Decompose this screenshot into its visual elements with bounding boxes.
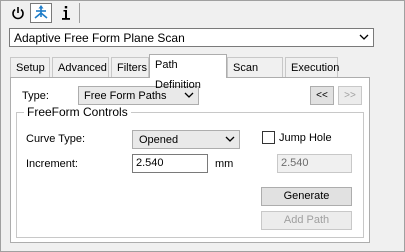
info-icon: [62, 6, 70, 20]
jump-hole-checkbox[interactable]: [262, 131, 275, 144]
jump-hole-distance-input[interactable]: 2.540: [277, 154, 352, 173]
curve-type-value: Opened: [139, 134, 179, 146]
tab-scan-path[interactable]: Scan Path: [227, 57, 283, 94]
move-axes-button[interactable]: [30, 3, 52, 23]
power-icon: [12, 7, 24, 20]
increment-label: Increment:: [26, 158, 78, 170]
generate-button[interactable]: Generate: [261, 187, 352, 206]
scan-mode-value: Adaptive Free Form Plane Scan: [14, 31, 185, 45]
tab-setup[interactable]: Setup: [10, 57, 50, 77]
freeform-controls-group: FreeForm Controls Curve Type: Opened Jum…: [16, 105, 364, 238]
path-definition-panel: Type: Free Form Paths << >> FreeForm Con…: [10, 77, 370, 243]
tab-path-definition[interactable]: Path Definition: [149, 54, 227, 91]
chevron-down-icon: [359, 34, 369, 40]
curve-type-select[interactable]: Opened: [132, 130, 240, 149]
power-button[interactable]: [7, 3, 29, 23]
previous-path-button[interactable]: <<: [310, 86, 334, 105]
toolbar-separator: [79, 3, 80, 23]
type-label: Type:: [22, 90, 49, 102]
increment-input[interactable]: 2.540: [132, 154, 208, 173]
freeform-controls-title: FreeForm Controls: [24, 105, 131, 119]
scan-mode-select[interactable]: Adaptive Free Form Plane Scan: [9, 28, 374, 47]
curve-type-label: Curve Type:: [26, 133, 86, 145]
next-path-button[interactable]: >>: [338, 86, 362, 105]
tab-advanced[interactable]: Advanced: [52, 57, 109, 77]
move-axes-icon: [34, 5, 48, 19]
tab-execution[interactable]: Execution: [285, 57, 339, 77]
window-frame: Adaptive Free Form Plane Scan Setup Adva…: [0, 0, 405, 252]
info-button[interactable]: [55, 3, 77, 23]
jump-hole-label: Jump Hole: [279, 132, 332, 144]
tab-filters[interactable]: Filters: [111, 57, 149, 77]
increment-unit: mm: [215, 158, 234, 170]
chevron-down-icon: [225, 136, 235, 142]
add-path-button[interactable]: Add Path: [261, 211, 352, 230]
